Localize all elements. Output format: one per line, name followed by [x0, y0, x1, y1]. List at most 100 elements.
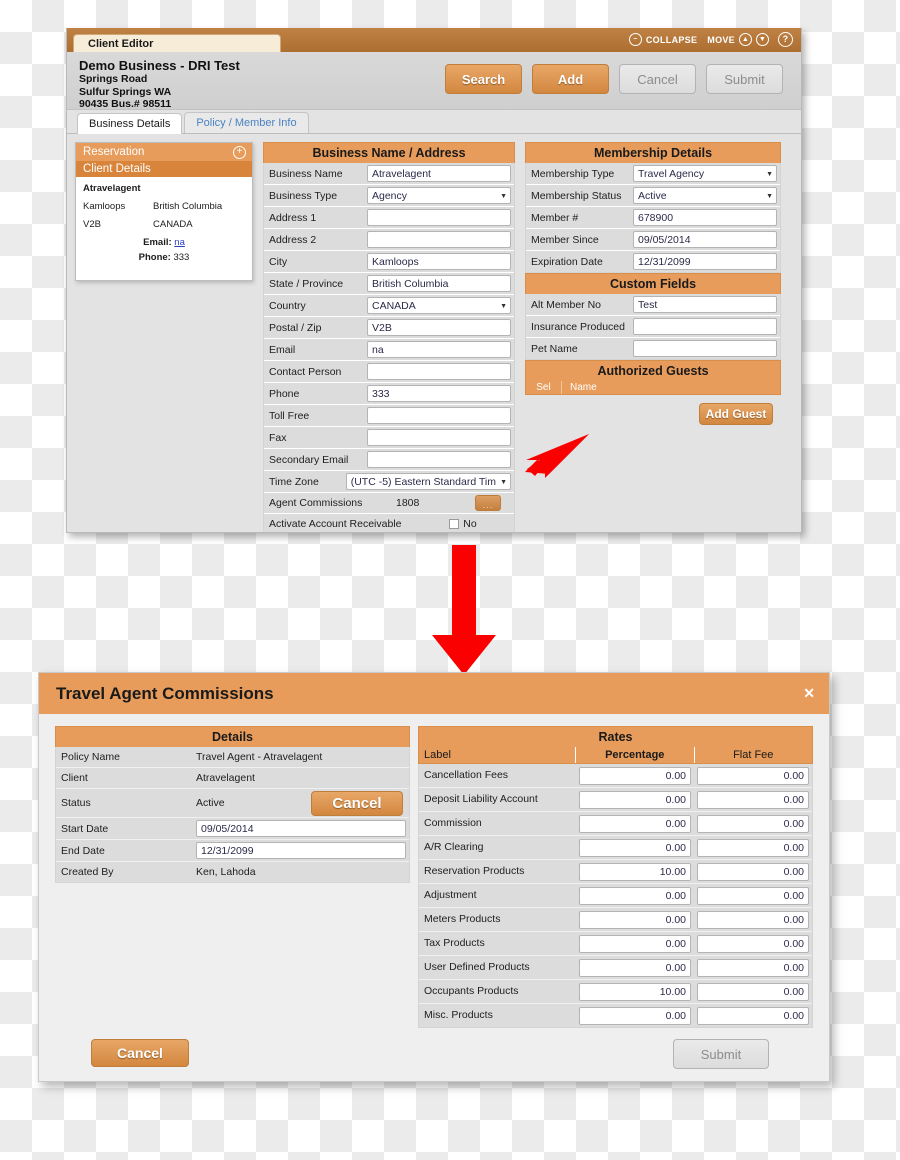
- cancel-policy-button[interactable]: Cancel: [311, 791, 403, 816]
- add-guest-button[interactable]: Add Guest: [699, 403, 773, 425]
- rate-flat-fee-input[interactable]: [697, 791, 809, 809]
- travel-agent-commissions-dialog: Travel Agent Commissions ✕ Details Polic…: [38, 672, 830, 1082]
- fax-input[interactable]: [367, 429, 511, 446]
- add-button[interactable]: Add: [532, 64, 609, 94]
- table-row: A/R Clearing: [419, 836, 812, 860]
- start-date-input[interactable]: [196, 820, 406, 837]
- rate-flat-fee-input[interactable]: [697, 1007, 809, 1025]
- account-receivable-checkbox[interactable]: [449, 519, 460, 529]
- submit-button[interactable]: Submit: [706, 64, 783, 94]
- tab-policy-member-info[interactable]: Policy / Member Info: [184, 112, 309, 133]
- rate-label: Misc. Products: [419, 1004, 576, 1027]
- business-panel-title: Business Name / Address: [263, 142, 515, 163]
- member-since-input[interactable]: [633, 231, 777, 248]
- secondary-email-input[interactable]: [367, 451, 511, 468]
- membership-panel-title: Membership Details: [525, 142, 781, 163]
- field-row-business-type: Business Type Agency: [264, 185, 514, 207]
- city-input[interactable]: [367, 253, 511, 270]
- policy-name-value: Travel Agent - Atravelagent: [188, 747, 409, 767]
- rate-flat-fee-input[interactable]: [697, 767, 809, 785]
- rate-flat-fee-input[interactable]: [697, 935, 809, 953]
- table-row: Commission: [419, 812, 812, 836]
- detail-row-created-by: Created By Ken, Lahoda: [56, 862, 409, 882]
- rate-flat-fee-input[interactable]: [697, 983, 809, 1001]
- cancel-button[interactable]: Cancel: [619, 64, 696, 94]
- email-input[interactable]: [367, 341, 511, 358]
- contact-person-input[interactable]: [367, 363, 511, 380]
- rate-percentage-input[interactable]: [579, 911, 691, 929]
- rate-flat-fee-input[interactable]: [697, 911, 809, 929]
- rate-percentage-input[interactable]: [579, 959, 691, 977]
- toll-free-input[interactable]: [367, 407, 511, 424]
- rate-percentage-input[interactable]: [579, 815, 691, 833]
- field-row-phone: Phone: [264, 383, 514, 405]
- field-label: Postal / Zip: [264, 317, 364, 338]
- membership-type-select[interactable]: Travel Agency: [633, 165, 777, 182]
- client-details-header[interactable]: Client Details: [76, 161, 252, 177]
- membership-status-select[interactable]: Active: [633, 187, 777, 204]
- dialog-submit-button[interactable]: Submit: [673, 1039, 769, 1069]
- phone-input[interactable]: [367, 385, 511, 402]
- address-1-input[interactable]: [367, 209, 511, 226]
- dialog-titlebar: Travel Agent Commissions ✕: [39, 673, 829, 714]
- table-row: Deposit Liability Account: [419, 788, 812, 812]
- postal-zip-input[interactable]: [367, 319, 511, 336]
- window-tab-client-editor[interactable]: Client Editor: [73, 34, 281, 52]
- agent-commissions-ellipsis-button[interactable]: ...: [475, 495, 501, 511]
- rate-percentage-input[interactable]: [579, 839, 691, 857]
- insurance-produced-input[interactable]: [633, 318, 777, 335]
- rate-percentage-input[interactable]: [579, 767, 691, 785]
- business-name-input[interactable]: [367, 165, 511, 182]
- alt-member-no-input[interactable]: [633, 296, 777, 313]
- rate-percentage-input[interactable]: [579, 887, 691, 905]
- rate-flat-fee-input[interactable]: [697, 815, 809, 833]
- search-button[interactable]: Search: [445, 64, 522, 94]
- authorized-guests-panel-title: Authorized Guests: [525, 360, 781, 381]
- membership-field-table: Membership Type Travel Agency Membership…: [525, 163, 781, 273]
- rate-flat-fee-input[interactable]: [697, 839, 809, 857]
- move-down-icon[interactable]: ▼: [756, 33, 769, 46]
- country-select[interactable]: CANADA: [367, 297, 511, 314]
- rate-percentage-input[interactable]: [579, 791, 691, 809]
- field-label: Business Type: [264, 185, 364, 206]
- callout-arrow-to-ellipsis-button: [525, 434, 589, 478]
- rate-label: Commission: [419, 812, 576, 835]
- rate-flat-fee-input[interactable]: [697, 863, 809, 881]
- tab-business-details[interactable]: Business Details: [77, 113, 183, 134]
- client-phone-value: 333: [173, 252, 190, 263]
- rates-col-percentage: Percentage: [576, 747, 695, 763]
- rate-flat-fee-input[interactable]: [697, 887, 809, 905]
- rate-percentage-input[interactable]: [579, 863, 691, 881]
- add-reservation-plus-icon[interactable]: +: [233, 146, 246, 159]
- rate-percentage-input[interactable]: [579, 935, 691, 953]
- custom-fields-panel-title: Custom Fields: [525, 273, 781, 294]
- detail-row-client: Client Atravelagent: [56, 768, 409, 789]
- minus-icon[interactable]: −: [628, 33, 642, 46]
- move-up-icon[interactable]: ▲: [739, 33, 752, 46]
- business-type-select[interactable]: Agency: [367, 187, 511, 204]
- state-province-input[interactable]: [367, 275, 511, 292]
- help-icon[interactable]: ?: [778, 32, 793, 47]
- time-zone-select[interactable]: (UTC -5) Eastern Standard Tim: [345, 473, 511, 490]
- field-label: Insurance Produced: [526, 316, 630, 337]
- reservation-header[interactable]: Reservation +: [76, 143, 252, 161]
- expiration-date-input[interactable]: [633, 253, 777, 270]
- rate-percentage-input[interactable]: [579, 983, 691, 1001]
- close-icon[interactable]: ✕: [803, 685, 815, 702]
- address-2-input[interactable]: [367, 231, 511, 248]
- rate-flat-fee-input[interactable]: [697, 959, 809, 977]
- header-action-buttons: Search Add Cancel Submit: [445, 64, 783, 94]
- field-row-member-number: Member #: [526, 207, 780, 229]
- rate-percentage-input[interactable]: [579, 1007, 691, 1025]
- end-date-input[interactable]: [196, 842, 406, 859]
- dialog-cancel-button[interactable]: Cancel: [91, 1039, 189, 1067]
- editor-body: Reservation + Client Details Atravelagen…: [67, 134, 801, 532]
- account-receivable-label: Activate Account Receivable: [264, 514, 412, 532]
- field-label: Address 1: [264, 207, 364, 228]
- detail-tabs: Business Details Policy / Member Info: [67, 110, 801, 134]
- client-email-link[interactable]: na: [174, 237, 185, 248]
- rates-panel: Rates Label Percentage Flat Fee Cancella…: [418, 726, 813, 1028]
- pet-name-input[interactable]: [633, 340, 777, 357]
- member-number-input[interactable]: [633, 209, 777, 226]
- collapse-label[interactable]: COLLAPSE: [646, 35, 697, 45]
